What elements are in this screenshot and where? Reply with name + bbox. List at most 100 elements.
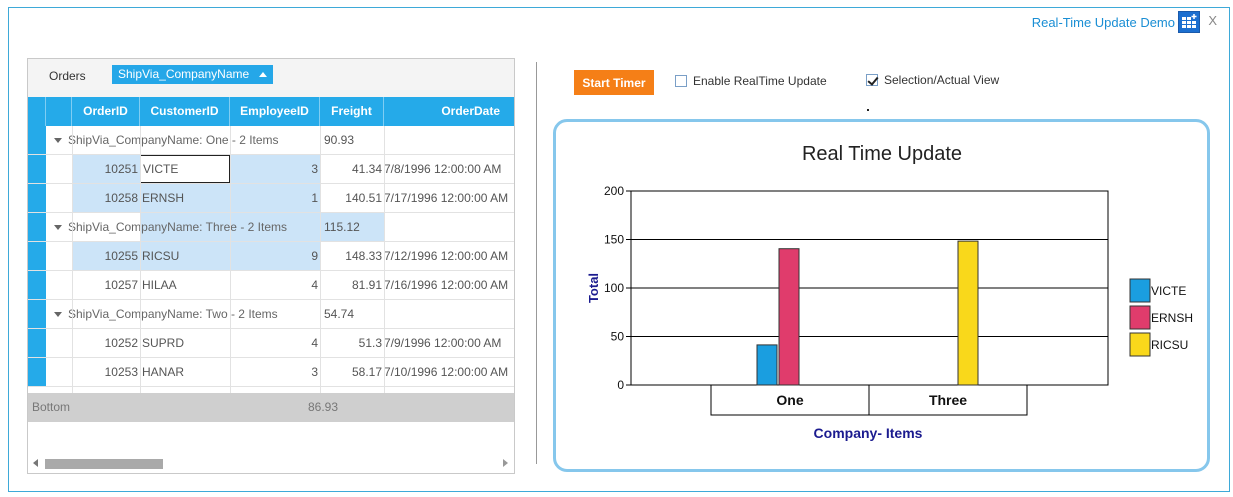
cell-customerid[interactable]: HANAR [140,358,230,386]
y-axis-label: Total [586,273,601,303]
selection-view-checkbox[interactable]: Selection/Actual View [866,73,999,87]
cell-orderdate[interactable]: 7/8/1996 12:00:00 AM [384,155,514,183]
cell-employeeid[interactable]: 4 [230,271,320,299]
cell-orderdate[interactable]: 7/17/1996 12:00:00 AM [384,184,514,212]
start-timer-button[interactable]: Start Timer [574,70,654,95]
cell-freight[interactable]: 148.33 [320,242,384,270]
row-indicator [28,242,46,270]
y-tick-label: 0 [617,378,624,392]
grid-plus-icon[interactable] [1178,11,1200,33]
cell-freight[interactable]: 41.34 [320,155,384,183]
chart-panel: Real Time Update 0 50 100 150 200 Total One Thre… [553,119,1210,472]
group-panel: Orders ShipVia_CompanyName [28,59,514,97]
legend-swatch [1129,332,1151,357]
x-axis-label: Company- Items [814,425,923,441]
group-row-three[interactable]: ShipVia_CompanyName: Three - 2 Items 115… [28,213,514,242]
collapse-icon[interactable] [54,138,62,143]
cell-customerid[interactable]: HILAA [140,271,230,299]
group-row-two[interactable]: ShipVia_CompanyName: Two - 2 Items 54.74 [28,300,514,329]
collapse-icon[interactable] [54,312,62,317]
cell-orderdate[interactable]: 7/10/1996 12:00:00 AM [384,358,514,386]
summary-footer-row: Bottom 86.93 [28,393,514,422]
column-header-row: OrderID CustomerID EmployeeID Freight Or… [28,97,514,126]
cell-freight[interactable]: 81.91 [320,271,384,299]
legend-label: ERNSH [1151,311,1193,325]
scrollbar-thumb[interactable] [45,459,163,469]
header-expand [46,97,72,126]
group-sum: 115.12 [324,220,360,234]
column-divider [72,126,73,393]
y-tick-label: 200 [604,184,624,198]
panel-divider [536,62,537,464]
window-title[interactable]: Real-Time Update Demo [1032,15,1175,30]
scroll-right-icon[interactable] [503,459,508,467]
cell-employeeid[interactable]: 3 [230,155,320,183]
cell-employeeid[interactable]: 9 [230,242,320,270]
row-indicator [28,213,46,241]
cell-orderid[interactable]: 10258 [72,184,140,212]
collapse-icon[interactable] [54,225,62,230]
column-header-orderdate[interactable]: OrderDate [384,97,514,126]
cell-orderid[interactable]: 10253 [72,358,140,386]
realtime-update-checkbox[interactable]: Enable RealTime Update [675,74,827,88]
row-indicator [28,155,46,183]
cell-orderdate[interactable]: 7/9/1996 12:00:00 AM [384,329,514,357]
column-header-freight[interactable]: Freight [320,97,384,126]
cell-freight[interactable]: 58.17 [320,358,384,386]
cell-orderdate[interactable]: 7/16/1996 12:00:00 AM [384,271,514,299]
cell-orderid[interactable]: 10252 [72,329,140,357]
dot-mark [867,109,869,111]
cell-employeeid[interactable]: 1 [230,184,320,212]
column-header-employeeid[interactable]: EmployeeID [230,97,320,126]
column-divider [230,126,231,393]
column-header-orderid[interactable]: OrderID [72,97,140,126]
checkbox-label: Enable RealTime Update [693,74,827,88]
group-row-one[interactable]: ShipVia_CompanyName: One - 2 Items 90.93 [28,126,514,155]
table-row[interactable]: 10251 VICTE 3 41.34 7/8/1996 12:00:00 AM [28,155,514,184]
cell-orderid[interactable]: 10255 [72,242,140,270]
checkbox-label: Selection/Actual View [884,73,1000,87]
table-row[interactable]: 10258 ERNSH 1 140.51 7/17/1996 12:00:00 … [28,184,514,213]
legend-swatch [1129,278,1151,303]
footer-value: 86.93 [308,400,339,414]
cell-freight[interactable]: 51.3 [320,329,384,357]
header-indicator [28,97,46,126]
checkbox-box-checked[interactable] [866,74,878,86]
column-header-customerid[interactable]: CustomerID [140,97,230,126]
legend-label: RICSU [1151,338,1188,352]
bar-victe [756,344,778,386]
group-label: ShipVia_CompanyName: Three - 2 Items [68,220,287,234]
y-tick-label: 100 [604,281,624,295]
scroll-left-icon[interactable] [33,459,38,467]
row-indicator [28,184,46,212]
group-label: ShipVia_CompanyName: One - 2 Items [68,133,279,147]
row-indicator [28,358,46,386]
cell-orderid[interactable]: 10251 [72,155,140,183]
footer-label: Bottom [32,400,71,414]
table-row[interactable]: 10252 SUPRD 4 51.3 7/9/1996 12:00:00 AM [28,329,514,358]
bar-ernsh [778,248,800,386]
y-tick-label: 150 [604,233,624,247]
table-row[interactable]: 10253 HANAR 3 58.17 7/10/1996 12:00:00 A… [28,358,514,387]
cell-customerid[interactable]: SUPRD [140,329,230,357]
cell-employeeid[interactable]: 4 [230,329,320,357]
group-panel-table-label: Orders [49,69,86,83]
table-row[interactable]: 10257 HILAA 4 81.91 7/16/1996 12:00:00 A… [28,271,514,300]
cell-customerid[interactable]: ERNSH [140,184,230,212]
horizontal-scrollbar[interactable] [28,453,514,473]
row-indicator [28,300,46,328]
orders-grid[interactable]: Orders ShipVia_CompanyName OrderID Custo… [27,58,515,474]
cell-employeeid[interactable]: 3 [230,358,320,386]
group-sum: 90.93 [324,133,355,147]
legend-label: VICTE [1151,284,1186,298]
cell-orderid[interactable]: 10257 [72,271,140,299]
table-row[interactable]: 10255 RICSU 9 148.33 7/12/1996 12:00:00 … [28,242,514,271]
close-button[interactable]: X [1208,13,1217,28]
checkbox-box[interactable] [675,75,687,87]
cell-customerid[interactable]: RICSU [140,242,230,270]
sort-asc-icon [258,72,267,77]
cell-orderdate[interactable]: 7/12/1996 12:00:00 AM [384,242,514,270]
group-chip[interactable]: ShipVia_CompanyName [112,65,273,84]
cell-customerid-editing[interactable]: VICTE [140,155,230,183]
cell-freight[interactable]: 140.51 [320,184,384,212]
